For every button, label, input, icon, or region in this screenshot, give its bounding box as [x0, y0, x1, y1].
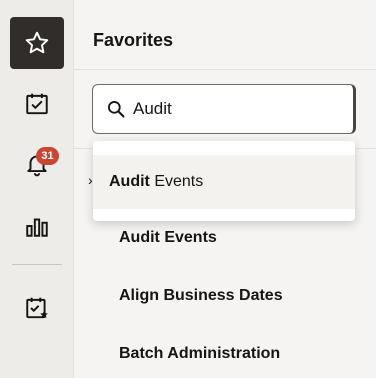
starred-task-icon — [26, 297, 48, 319]
suggestion-rest-text: Events — [149, 173, 204, 190]
favorite-item[interactable]: Audit Events — [119, 229, 217, 247]
reports-rail-button[interactable] — [10, 200, 64, 252]
favorites-navigator: 31 Favorites Audit › Audit Events Align … — [0, 0, 376, 378]
task-check-icon — [26, 93, 48, 115]
panel-title: Favorites — [93, 30, 174, 50]
suggestion-item[interactable]: Audit Events — [93, 155, 355, 209]
favorites-rail-button[interactable] — [10, 17, 64, 69]
tasks-rail-button[interactable] — [10, 78, 64, 130]
search-suggestions: Audit Events — [93, 141, 355, 221]
bar-chart-icon — [26, 218, 48, 237]
favorite-item[interactable]: Align Business Dates — [119, 287, 283, 305]
search-input[interactable] — [133, 97, 333, 121]
search-field[interactable] — [92, 84, 356, 134]
star-icon — [25, 31, 49, 54]
notification-count-badge: 31 — [36, 147, 59, 165]
suggestion-match-text: Audit — [109, 173, 150, 190]
favorite-item[interactable]: Batch Administration — [119, 345, 280, 363]
notifications-rail-button[interactable] — [10, 138, 64, 190]
icon-rail: 31 — [0, 0, 73, 378]
rail-divider — [12, 264, 62, 265]
search-icon — [108, 101, 125, 118]
favorite-tasks-rail-button[interactable] — [10, 282, 64, 334]
panel-header: Favorites — [74, 0, 376, 70]
